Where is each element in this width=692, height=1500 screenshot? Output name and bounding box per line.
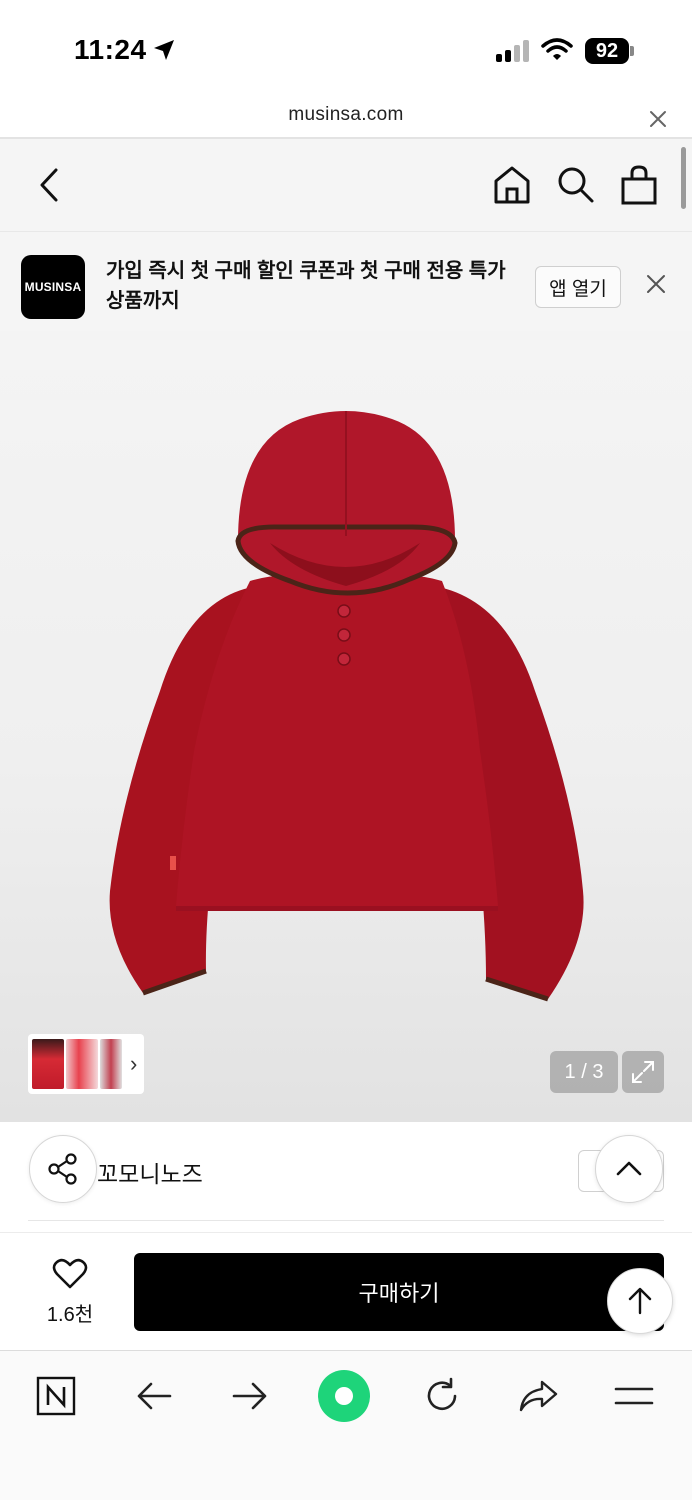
scroll-top-button[interactable] bbox=[607, 1268, 673, 1334]
back-chevron-icon[interactable] bbox=[36, 166, 64, 204]
collapse-button[interactable] bbox=[595, 1135, 663, 1203]
home-icon[interactable] bbox=[492, 164, 532, 206]
location-arrow-icon bbox=[154, 40, 174, 60]
arrow-right-icon bbox=[232, 1382, 267, 1410]
menu-button[interactable] bbox=[608, 1370, 660, 1422]
search-icon[interactable] bbox=[556, 165, 596, 205]
status-time: 11:24 bbox=[74, 34, 147, 65]
wifi-icon bbox=[541, 38, 573, 60]
thumbnail-1[interactable] bbox=[32, 1039, 64, 1089]
naver-home-button[interactable] bbox=[30, 1370, 82, 1422]
share-button[interactable] bbox=[29, 1135, 97, 1203]
reload-icon bbox=[427, 1377, 457, 1411]
expand-icon[interactable] bbox=[622, 1051, 664, 1093]
signal-icon bbox=[496, 40, 529, 62]
like-count: 1.6천 bbox=[46, 1304, 94, 1326]
green-dot-button[interactable] bbox=[318, 1370, 370, 1422]
arrow-up-icon bbox=[628, 1287, 652, 1315]
thumbnail-3[interactable] bbox=[100, 1039, 122, 1089]
open-app-button[interactable]: 앱 열기 bbox=[535, 266, 621, 308]
chevron-right-icon[interactable]: › bbox=[130, 1051, 137, 1077]
browser-back-button[interactable] bbox=[128, 1370, 180, 1422]
share-arrow-icon bbox=[519, 1380, 558, 1412]
hoodie-illustration bbox=[109, 411, 584, 1002]
banner-message: 가입 즉시 첫 구매 할인 쿠폰과 첫 구매 전용 특가 상품까지 bbox=[106, 260, 506, 312]
close-icon[interactable] bbox=[648, 109, 668, 129]
reload-button[interactable] bbox=[416, 1370, 468, 1422]
image-counter: 1 / 3 bbox=[550, 1051, 618, 1093]
green-dot-icon bbox=[318, 1370, 370, 1422]
browser-forward-button[interactable] bbox=[224, 1370, 276, 1422]
bag-icon[interactable] bbox=[620, 164, 658, 206]
battery-tip bbox=[630, 46, 634, 56]
brand-name[interactable]: 꼬모니노즈 bbox=[97, 1155, 203, 1189]
buy-button[interactable]: 구매하기 bbox=[134, 1253, 664, 1331]
musinsa-logo: MUSINSA bbox=[21, 255, 85, 319]
url-text[interactable]: musinsa.com bbox=[0, 104, 692, 126]
close-icon[interactable] bbox=[644, 272, 668, 296]
thumbnail-2[interactable] bbox=[66, 1039, 98, 1089]
thumbnail-strip[interactable]: › bbox=[28, 1034, 144, 1094]
product-image[interactable] bbox=[0, 331, 692, 1122]
heart-icon[interactable] bbox=[52, 1258, 88, 1290]
share-page-button[interactable] bbox=[512, 1370, 564, 1422]
scrollbar[interactable] bbox=[681, 147, 686, 209]
divider bbox=[28, 1220, 664, 1221]
battery-indicator: 92 bbox=[585, 38, 629, 64]
chevron-up-icon bbox=[616, 1161, 642, 1176]
naver-icon bbox=[36, 1376, 76, 1416]
share-icon bbox=[48, 1153, 77, 1185]
menu-icon bbox=[614, 1387, 654, 1405]
arrow-left-icon bbox=[137, 1382, 172, 1410]
